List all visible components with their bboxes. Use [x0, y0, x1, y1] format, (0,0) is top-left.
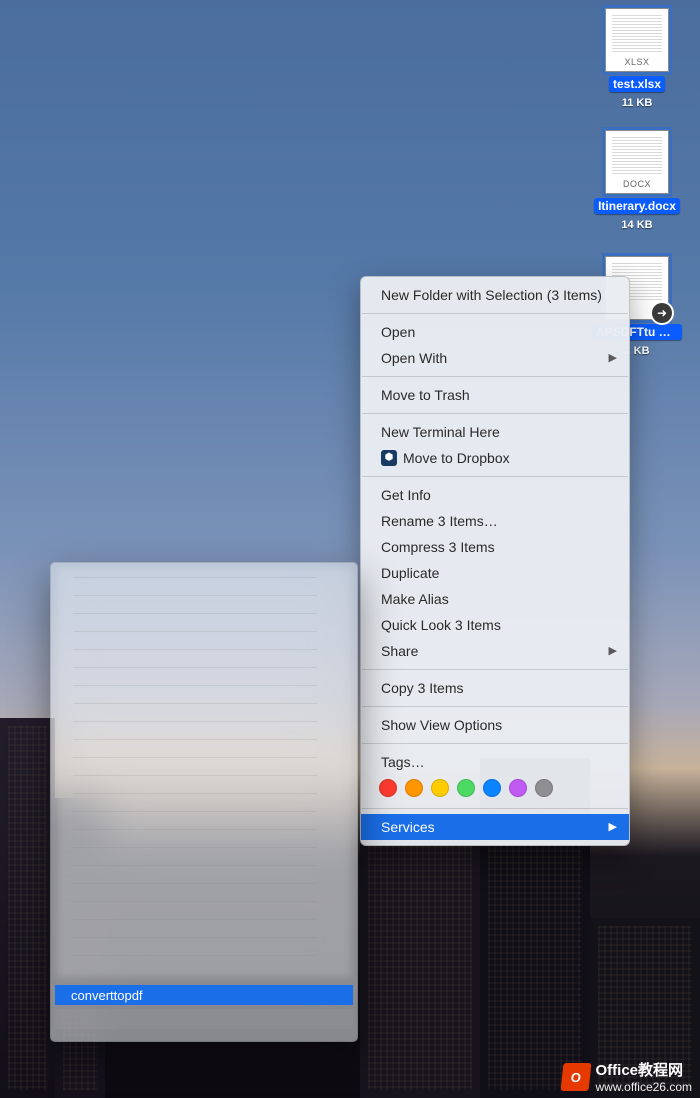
menu-open-with[interactable]: Open With▶ [361, 345, 629, 371]
menu-quick-look[interactable]: Quick Look 3 Items [361, 612, 629, 638]
submenu-arrow-icon: ▶ [609, 348, 617, 368]
tag-orange[interactable] [405, 779, 423, 797]
file-size-label: 11 KB [592, 97, 682, 109]
menu-services[interactable]: Services▶ [361, 814, 629, 840]
menu-separator [362, 743, 628, 744]
menu-new-folder-with-selection[interactable]: New Folder with Selection (3 Items) [361, 282, 629, 308]
tag-yellow[interactable] [431, 779, 449, 797]
menu-get-info[interactable]: Get Info [361, 482, 629, 508]
tag-green[interactable] [457, 779, 475, 797]
submenu-item[interactable] [55, 1009, 353, 1029]
tag-red[interactable] [379, 779, 397, 797]
tag-purple[interactable] [509, 779, 527, 797]
menu-separator [362, 808, 628, 809]
menu-separator [362, 706, 628, 707]
office-icon: O [560, 1063, 591, 1091]
context-menu: New Folder with Selection (3 Items) Open… [360, 276, 630, 846]
menu-rename[interactable]: Rename 3 Items… [361, 508, 629, 534]
menu-move-to-dropbox[interactable]: ⬢ Move to Dropbox [361, 445, 629, 471]
services-submenu: converttopdf [50, 562, 358, 1042]
menu-tags-row [361, 775, 629, 803]
menu-move-to-trash[interactable]: Move to Trash [361, 382, 629, 408]
menu-separator [362, 313, 628, 314]
menu-compress[interactable]: Compress 3 Items [361, 534, 629, 560]
submenu-item-converttopdf[interactable]: converttopdf [55, 985, 353, 1005]
menu-separator [362, 476, 628, 477]
submenu-arrow-icon: ▶ [609, 817, 617, 837]
menu-new-terminal-here[interactable]: New Terminal Here [361, 419, 629, 445]
menu-copy[interactable]: Copy 3 Items [361, 675, 629, 701]
menu-make-alias[interactable]: Make Alias [361, 586, 629, 612]
arrow-icon: ➜ [652, 303, 672, 323]
watermark: O Office教程网 www.office26.com [562, 1059, 693, 1094]
file-itinerary-docx[interactable]: DOCX Itinerary.docx 14 KB [592, 130, 682, 231]
file-thumb: DOCX [605, 130, 669, 194]
file-name-label: test.xlsx [609, 76, 665, 92]
file-size-label: 14 KB [592, 219, 682, 231]
dropbox-icon: ⬢ [381, 450, 397, 466]
file-thumb: XLSX [605, 8, 669, 72]
menu-show-view-options[interactable]: Show View Options [361, 712, 629, 738]
watermark-url: www.office26.com [596, 1080, 693, 1094]
menu-tags-label: Tags… [361, 749, 629, 775]
submenu-arrow-icon: ▶ [609, 641, 617, 661]
file-name-label: Itinerary.docx [594, 198, 680, 214]
menu-separator [362, 669, 628, 670]
tag-blue[interactable] [483, 779, 501, 797]
watermark-title: Office教程网 [596, 1059, 693, 1080]
menu-separator [362, 413, 628, 414]
menu-duplicate[interactable]: Duplicate [361, 560, 629, 586]
menu-share[interactable]: Share▶ [361, 638, 629, 664]
menu-open[interactable]: Open [361, 319, 629, 345]
menu-separator [362, 376, 628, 377]
tag-gray[interactable] [535, 779, 553, 797]
file-test-xlsx[interactable]: XLSX test.xlsx 11 KB [592, 8, 682, 109]
